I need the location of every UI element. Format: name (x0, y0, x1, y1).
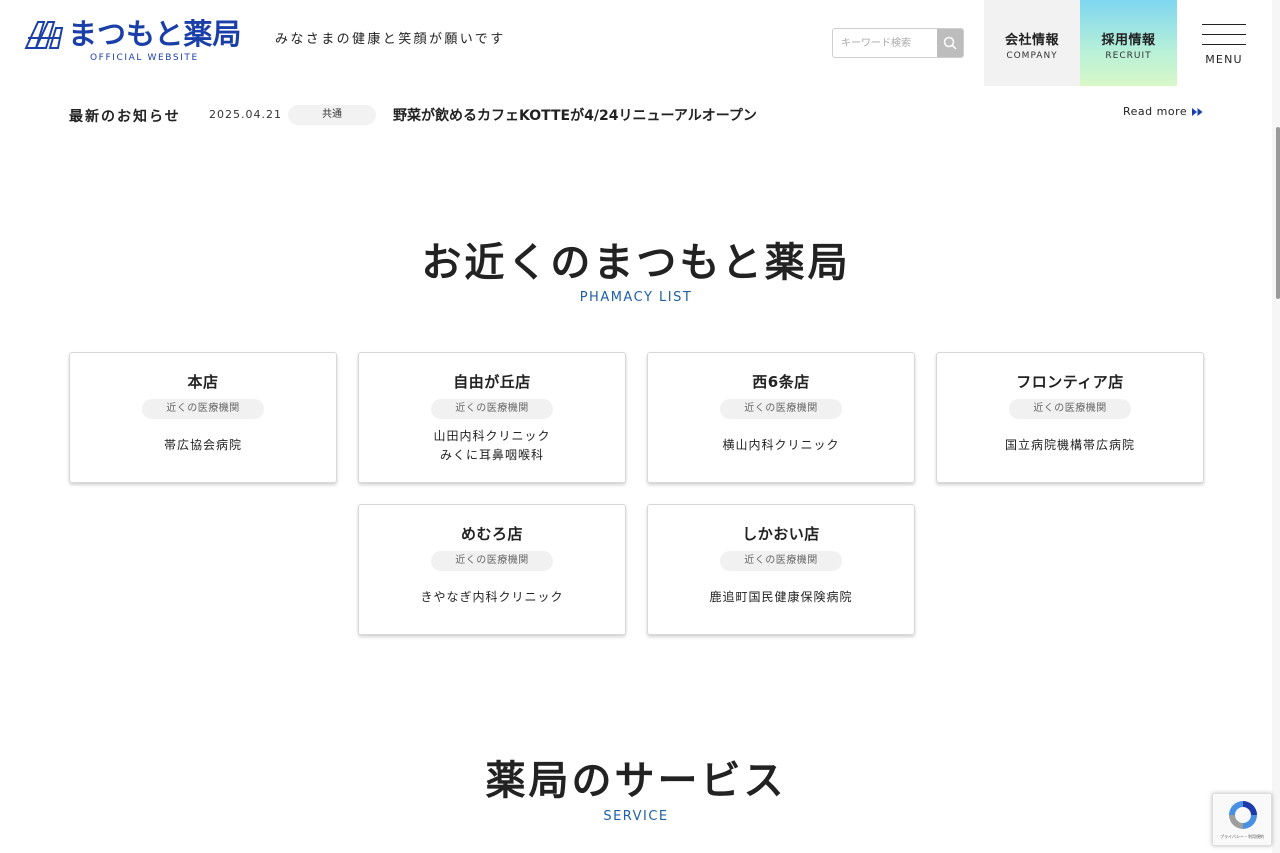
nearby-hospital-badge: 近くの医療機関 (1009, 399, 1131, 419)
hospital-name: みくに耳鼻咽喉科 (439, 448, 544, 462)
search-input[interactable] (833, 29, 938, 57)
search-box (832, 28, 964, 58)
nearby-hospital-badge: 近くの医療機関 (142, 399, 264, 419)
hospital-name: きやなぎ内科クリニック (420, 590, 564, 604)
store-card-memuro[interactable]: めむろ店 近くの医療機関 きやなぎ内科クリニック (358, 504, 626, 635)
store-card-frontier[interactable]: フロンティア店 近くの医療機関 国立病院機構帯広病院 (936, 352, 1204, 483)
nav-recruit-sublabel: RECRUIT (1105, 51, 1152, 61)
store-card-nishi6jo[interactable]: 西6条店 近くの医療機関 横山内科クリニック (647, 352, 915, 483)
news-headline-link[interactable]: 野菜が飲めるカフェKOTTEが4/24リニューアルオープン (393, 105, 757, 125)
nav-company-sublabel: COMPANY (1006, 51, 1058, 61)
nearby-hospital-badge: 近くの医療機関 (431, 399, 553, 419)
nav-recruit-label: 採用情報 (1101, 33, 1156, 48)
nearby-hospital-list: 帯広協会病院 (70, 436, 336, 455)
store-name: 自由が丘店 (453, 373, 531, 391)
nav-recruit[interactable]: 採用情報 RECRUIT (1080, 0, 1177, 86)
news-ticker: 最新のお知らせ 2025.04.21 共通 野菜が飲めるカフェKOTTEが4/2… (0, 100, 1280, 130)
hospital-name: 国立病院機構帯広病院 (1004, 438, 1135, 452)
recaptcha-badge[interactable]: プライバシー・利用規約 (1212, 793, 1272, 846)
nearby-hospital-list: 横山内科クリニック (648, 436, 914, 455)
logo-subtitle: OFFICIAL WEBSITE (90, 53, 199, 63)
nav-company[interactable]: 会社情報 COMPANY (984, 0, 1080, 86)
read-more-label: Read more (1123, 105, 1188, 118)
nearby-hospital-badge: 近くの医療機関 (431, 551, 553, 571)
store-name: 西6条店 (752, 373, 810, 391)
hospital-name: 横山内科クリニック (722, 438, 840, 452)
recaptcha-footer-text[interactable]: プライバシー・利用規約 (1213, 834, 1271, 840)
tagline: みなさまの健康と笑顔が願いです (275, 32, 506, 47)
store-name: 本店 (187, 373, 219, 391)
hospital-name: 帯広協会病院 (163, 438, 242, 452)
site-header: まつもと薬局 OFFICIAL WEBSITE みなさまの健康と笑顔が願いです … (0, 0, 1280, 86)
hamburger-icon-line (1202, 44, 1246, 45)
menu-label: MENU (1205, 53, 1243, 66)
pharmacy-section-title: お近くのまつもと薬局 (421, 239, 851, 286)
service-section-title: 薬局のサービス (485, 757, 787, 804)
news-category-badge: 共通 (288, 105, 376, 125)
logo-mark-icon (24, 21, 64, 49)
nearby-hospital-badge: 近くの医療機関 (720, 551, 842, 571)
store-name: しかおい店 (742, 525, 820, 543)
nearby-hospital-list: きやなぎ内科クリニック (359, 588, 625, 607)
store-card-honten[interactable]: 本店 近くの医療機関 帯広協会病院 (69, 352, 337, 483)
page-scrollbar-thumb[interactable] (1276, 127, 1280, 299)
hamburger-icon (1202, 24, 1246, 25)
read-more-link[interactable]: Read more (1123, 105, 1203, 118)
pharmacy-section-subtitle: PHAMACY LIST (579, 290, 693, 305)
menu-button[interactable]: MENU (1200, 22, 1246, 68)
recaptcha-icon (1229, 801, 1257, 829)
hamburger-icon-line (1202, 34, 1246, 35)
logo-text: まつもと薬局 (68, 17, 242, 51)
nearby-hospital-list: 鹿追町国民健康保険病院 (648, 588, 914, 607)
nearby-hospital-list: 山田内科クリニック みくに耳鼻咽喉科 (359, 427, 625, 465)
search-button[interactable] (937, 29, 963, 57)
search-icon (943, 36, 957, 50)
store-name: フロンティア店 (1016, 373, 1124, 391)
store-card-jiyugaoka[interactable]: 自由が丘店 近くの医療機関 山田内科クリニック みくに耳鼻咽喉科 (358, 352, 626, 483)
store-name: めむろ店 (460, 525, 523, 543)
hospital-name: 山田内科クリニック (433, 429, 551, 443)
news-date: 2025.04.21 (209, 108, 282, 121)
nearby-hospital-badge: 近くの医療機関 (720, 399, 842, 419)
service-section-subtitle: SERVICE (603, 809, 669, 824)
store-card-shikaoi[interactable]: しかおい店 近くの医療機関 鹿追町国民健康保険病院 (647, 504, 915, 635)
hospital-name: 鹿追町国民健康保険病院 (709, 590, 853, 604)
nearby-hospital-list: 国立病院機構帯広病院 (937, 436, 1203, 455)
nav-company-label: 会社情報 (1004, 33, 1059, 48)
news-heading: 最新のお知らせ (69, 109, 181, 125)
double-arrow-right-icon (1192, 107, 1203, 116)
site-logo[interactable]: まつもと薬局 OFFICIAL WEBSITE (24, 16, 256, 66)
